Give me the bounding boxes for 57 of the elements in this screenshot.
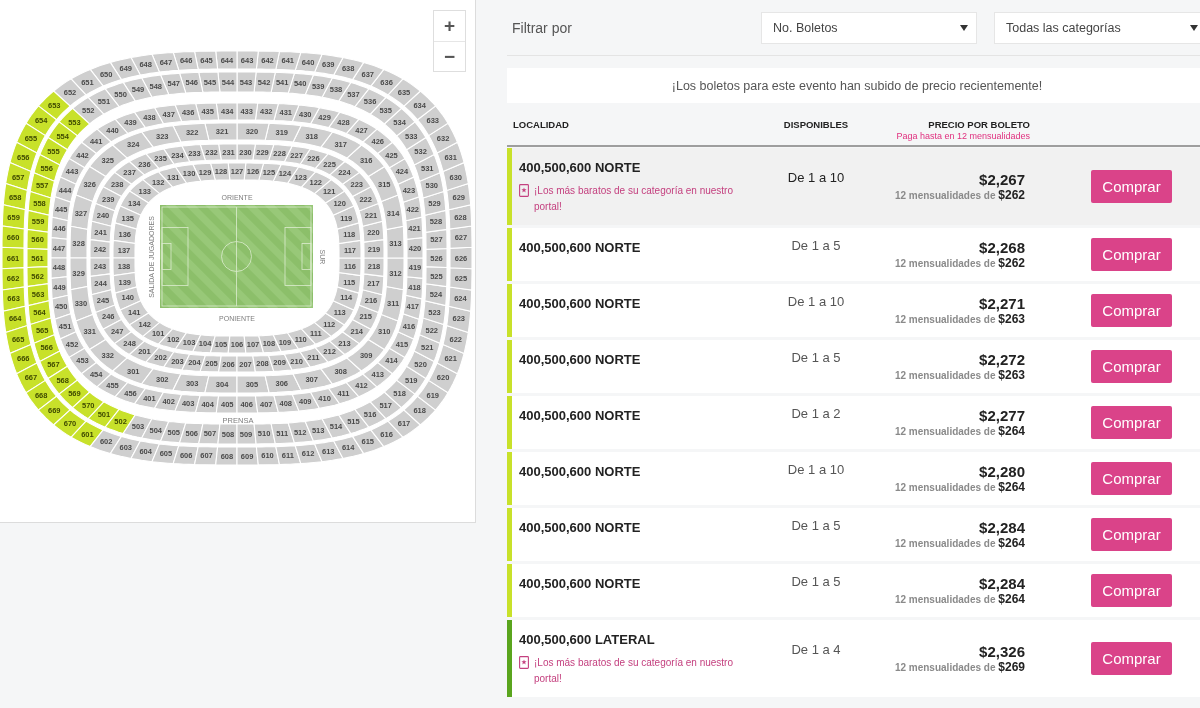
availability-text: De 1 a 10	[787, 294, 845, 309]
buy-button[interactable]: Comprar	[1091, 238, 1172, 271]
installments-text: 12 mensualidades de $263	[894, 311, 1025, 327]
location-name: 400,500,600 NORTE	[519, 160, 641, 176]
filter-label: Filtrar por	[512, 19, 572, 36]
availability-text: De 1 a 4	[791, 642, 841, 657]
filter-dropdown[interactable]: Todas las categorías	[994, 11, 1200, 44]
filter-dropdown[interactable]: No. Boletos	[761, 11, 977, 44]
installments-text: 12 mensualidades de $262	[894, 255, 1025, 271]
caret-icon	[1190, 24, 1198, 31]
ticket-price: $2,277	[979, 406, 1025, 424]
availability-text: De 1 a 5	[791, 350, 841, 365]
column-header: PRECIO POR BOLETO	[928, 119, 1030, 131]
notice-banner: ¡Los boletos para este evento han subido de precio recientemente!	[507, 68, 1200, 103]
buy-button[interactable]: Comprar	[1091, 170, 1172, 203]
ticket-price: $2,272	[979, 350, 1025, 368]
availability-text: De 1 a 5	[791, 574, 841, 589]
location-name: 400,500,600 NORTE	[519, 408, 641, 424]
buy-button[interactable]: Comprar	[1091, 294, 1172, 327]
installments-text: 12 mensualidades de $264	[894, 591, 1025, 607]
ticket-price: $2,280	[979, 462, 1025, 480]
location-name: 400,500,600 NORTE	[519, 296, 641, 312]
installments-text: 12 mensualidades de $263	[894, 367, 1025, 383]
availability-text: De 1 a 10	[787, 170, 845, 185]
availability-text: De 1 a 5	[791, 238, 841, 253]
ticket-price: $2,267	[979, 170, 1025, 188]
buy-button[interactable]: Comprar	[1091, 574, 1172, 607]
ticket-price: $2,326	[979, 642, 1025, 660]
buy-button[interactable]: Comprar	[1091, 350, 1172, 383]
installments-note: Paga hasta en 12 mensualidades	[896, 131, 1030, 141]
column-header: LOCALIDAD	[513, 119, 569, 131]
ticket-price: $2,268	[979, 238, 1025, 256]
location-name: 400,500,600 NORTE	[519, 464, 641, 480]
buy-button[interactable]: Comprar	[1091, 518, 1172, 551]
availability-text: De 1 a 10	[787, 462, 845, 477]
promo-text: ¡Los más baratos de su categoría en nuestro portal!	[534, 184, 734, 214]
location-name: 400,500,600 NORTE	[519, 576, 641, 592]
installments-text: 12 mensualidades de $264	[894, 479, 1025, 495]
buy-button[interactable]: Comprar	[1091, 462, 1172, 495]
installments-text: 12 mensualidades de $269	[894, 659, 1025, 675]
promo-text: ¡Los más baratos de su categoría en nuestro portal!	[534, 656, 734, 686]
location-name: 400,500,600 NORTE	[519, 352, 641, 368]
ticket-price: $2,284	[979, 574, 1025, 592]
installments-text: 12 mensualidades de $264	[894, 423, 1025, 439]
location-name: 400,500,600 LATERAL	[519, 632, 655, 648]
installments-text: 12 mensualidades de $264	[894, 535, 1025, 551]
column-header: DISPONIBLES	[783, 119, 849, 131]
ticket-price: $2,271	[979, 294, 1025, 312]
buy-button[interactable]: Comprar	[1091, 642, 1172, 675]
installments-text: 12 mensualidades de $262	[894, 187, 1025, 203]
location-name: 400,500,600 NORTE	[519, 240, 641, 256]
location-name: 400,500,600 NORTE	[519, 520, 641, 536]
caret-icon	[960, 24, 968, 31]
availability-text: De 1 a 2	[791, 406, 841, 421]
availability-text: De 1 a 5	[791, 518, 841, 533]
ticket-price: $2,284	[979, 518, 1025, 536]
buy-button[interactable]: Comprar	[1091, 406, 1172, 439]
